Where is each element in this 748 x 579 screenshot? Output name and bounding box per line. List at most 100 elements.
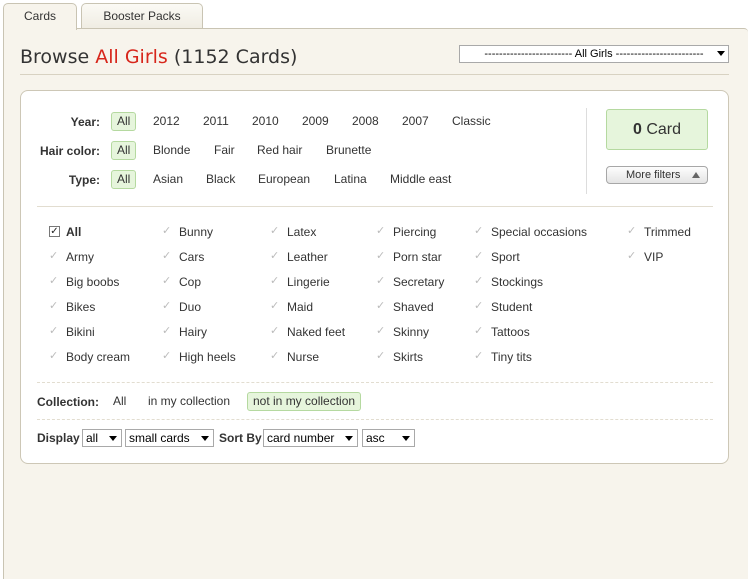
tab-booster-packs[interactable]: Booster Packs (81, 3, 203, 29)
girl-select-value: ------------------------ All Girls -----… (484, 48, 704, 60)
type-option-european[interactable]: European (258, 171, 310, 190)
more-filters-button[interactable]: More filters (606, 166, 708, 184)
type-option-all[interactable]: All (111, 170, 137, 189)
check-icon: ✓ (162, 225, 172, 237)
display-label: Display (37, 431, 80, 445)
check-icon: ✓ (376, 250, 386, 262)
hair-option-fair[interactable]: Fair (214, 142, 235, 161)
category-tattoos[interactable]: ✓ Tattoos (474, 324, 530, 340)
year-option-2008[interactable]: 2008 (352, 113, 379, 132)
check-icon: ✓ (162, 250, 172, 262)
year-option-classic[interactable]: Classic (452, 113, 491, 132)
category-label: Porn star (393, 250, 442, 264)
title-highlight: All Girls (95, 46, 168, 68)
category-lingerie[interactable]: ✓ Lingerie (270, 274, 330, 290)
year-option-all[interactable]: All (111, 112, 137, 131)
category-bunny[interactable]: ✓ Bunny (162, 224, 213, 240)
check-icon: ✓ (162, 275, 172, 287)
category-label: Maid (287, 300, 314, 314)
category-body-cream[interactable]: ✓ Body cream (49, 349, 130, 365)
category-nurse[interactable]: ✓ Nurse (270, 349, 319, 365)
category-trimmed[interactable]: ✓ Trimmed (627, 224, 691, 240)
hair-option-red-hair[interactable]: Red hair (257, 142, 302, 161)
category-leather[interactable]: ✓ Leather (270, 249, 328, 265)
check-icon: ✓ (474, 325, 484, 337)
year-option-2009[interactable]: 2009 (302, 113, 329, 132)
girl-select[interactable]: ------------------------ All Girls -----… (459, 45, 729, 63)
chevron-down-icon (201, 436, 209, 441)
collection-label: Collection: (37, 395, 99, 409)
category-latex[interactable]: ✓ Latex (270, 224, 316, 240)
type-option-asian[interactable]: Asian (153, 171, 183, 190)
category-skirts[interactable]: ✓ Skirts (376, 349, 423, 365)
check-icon: ✓ (627, 250, 637, 262)
check-icon: ✓ (162, 325, 172, 337)
category-secretary[interactable]: ✓ Secretary (376, 274, 444, 290)
hair-option-all[interactable]: All (111, 141, 137, 160)
check-icon: ✓ (474, 350, 484, 362)
category-skinny[interactable]: ✓ Skinny (376, 324, 429, 340)
category-naked-feet[interactable]: ✓ Naked feet (270, 324, 345, 340)
type-option-latina[interactable]: Latina (334, 171, 367, 190)
card-size-value: small cards (129, 431, 190, 445)
display-count-select[interactable]: all (82, 429, 122, 447)
tab-cards[interactable]: Cards (3, 3, 77, 30)
category-piercing[interactable]: ✓ Piercing (376, 224, 436, 240)
category-porn-star[interactable]: ✓ Porn star (376, 249, 442, 265)
category-bikes[interactable]: ✓ Bikes (49, 299, 95, 315)
category-label: Shaved (393, 300, 434, 314)
category-hairy[interactable]: ✓ Hairy (162, 324, 207, 340)
page-title: Browse All Girls (1152 Cards) (20, 46, 297, 68)
check-icon: ✓ (474, 275, 484, 287)
check-icon: ✓ (49, 350, 59, 362)
category-special-occasions[interactable]: ✓ Special occasions (474, 224, 587, 240)
type-option-black[interactable]: Black (206, 171, 235, 190)
year-option-2012[interactable]: 2012 (153, 113, 180, 132)
collection-option-in-my-collection[interactable]: in my collection (148, 393, 230, 412)
category-label: Stockings (491, 275, 544, 289)
category-big-boobs[interactable]: ✓ Big boobs (49, 274, 119, 290)
category-maid[interactable]: ✓ Maid (270, 299, 313, 315)
title-suffix: (1152 Cards) (167, 46, 298, 68)
category-vip[interactable]: ✓ VIP (627, 249, 663, 265)
check-icon: ✓ (376, 300, 386, 312)
category-stockings[interactable]: ✓ Stockings (474, 274, 543, 290)
sort-order-select[interactable]: asc (362, 429, 415, 447)
year-option-2011[interactable]: 2011 (203, 113, 229, 132)
category-label: Nurse (287, 350, 320, 364)
card-size-select[interactable]: small cards (125, 429, 214, 447)
category-shaved[interactable]: ✓ Shaved (376, 299, 434, 315)
check-icon: ✓ (49, 275, 59, 287)
category-label: Tiny tits (491, 350, 532, 364)
check-icon: ✓ (270, 325, 280, 337)
category-army[interactable]: ✓ Army (49, 249, 94, 265)
sort-field-select[interactable]: card number (263, 429, 358, 447)
check-icon: ✓ (474, 250, 484, 262)
year-option-2010[interactable]: 2010 (252, 113, 279, 132)
category-label: Student (491, 300, 533, 314)
category-label: Special occasions (491, 225, 588, 239)
category-high-heels[interactable]: ✓ High heels (162, 349, 236, 365)
check-icon: ✓ (627, 225, 637, 237)
category-label: Cop (179, 275, 202, 289)
category-all[interactable]: ✓ All (49, 224, 81, 240)
category-label: Bikini (66, 325, 95, 339)
hair-option-brunette[interactable]: Brunette (326, 142, 371, 161)
category-cop[interactable]: ✓ Cop (162, 274, 201, 290)
category-sport[interactable]: ✓ Sport (474, 249, 520, 265)
category-bikini[interactable]: ✓ Bikini (49, 324, 95, 340)
year-option-2007[interactable]: 2007 (402, 113, 429, 132)
category-student[interactable]: ✓ Student (474, 299, 532, 315)
category-label: Latex (287, 225, 317, 239)
tab-bar: Cards Booster Packs (0, 0, 748, 30)
check-icon: ✓ (474, 225, 484, 237)
collection-option-not-in-my-collection[interactable]: not in my collection (247, 392, 362, 411)
hair-option-blonde[interactable]: Blonde (153, 142, 190, 161)
collection-option-all[interactable]: All (113, 393, 126, 412)
category-cars[interactable]: ✓ Cars (162, 249, 204, 265)
type-option-middle-east[interactable]: Middle east (390, 171, 451, 190)
category-tiny-tits[interactable]: ✓ Tiny tits (474, 349, 532, 365)
category-label: Naked feet (287, 325, 346, 339)
category-label: Bikes (66, 300, 96, 314)
category-duo[interactable]: ✓ Duo (162, 299, 201, 315)
